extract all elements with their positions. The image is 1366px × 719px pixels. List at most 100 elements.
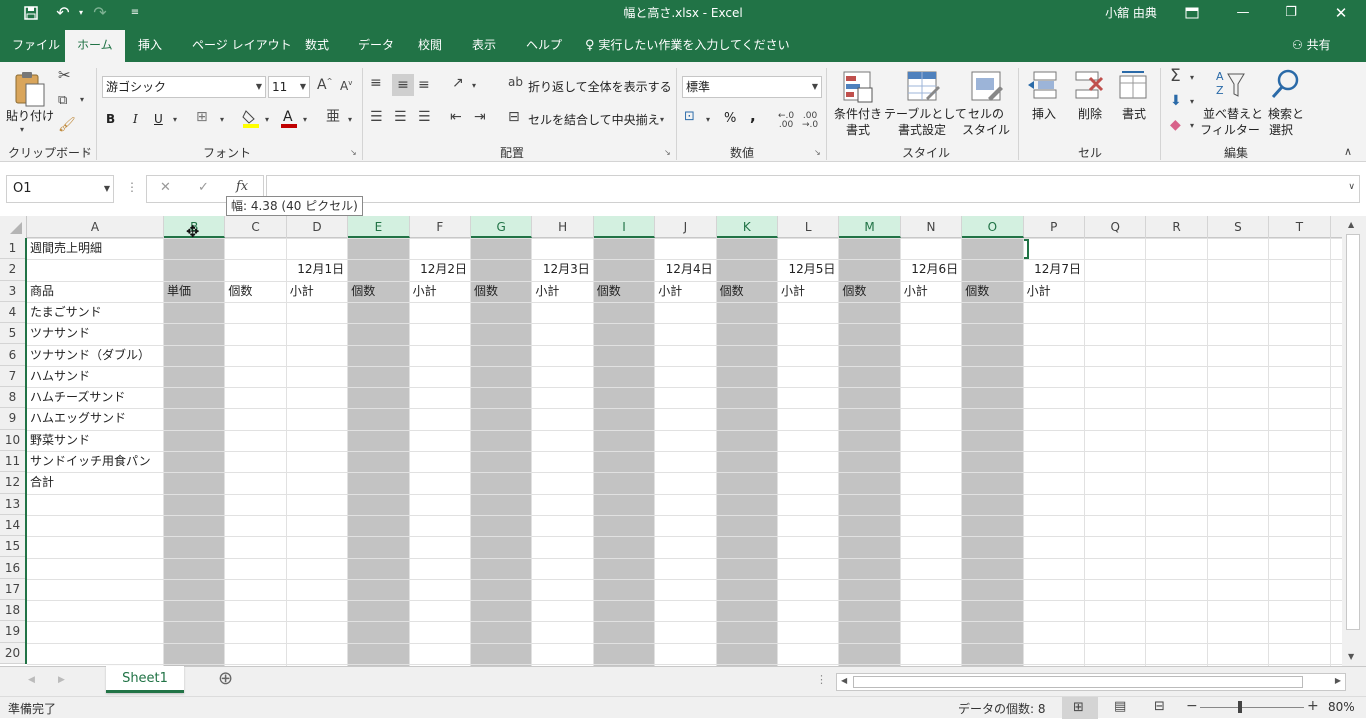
tell-me-box[interactable]: ♀ 実行したい作業を入力してください — [585, 26, 790, 62]
row-header-5[interactable]: 5 — [0, 323, 25, 345]
fill-dropdown-icon[interactable]: ▾ — [1190, 98, 1194, 106]
cell-a4[interactable]: たまごサンド — [27, 302, 167, 323]
cell-styles-label-2[interactable]: スタイル — [958, 122, 1014, 138]
cell-f3[interactable]: 小計 — [410, 281, 471, 302]
column-header-h[interactable]: H — [532, 216, 594, 238]
vertical-scroll-thumb[interactable] — [1346, 234, 1360, 630]
increase-decimal-icon[interactable]: ←.0.00 — [778, 112, 794, 130]
zoom-out-button[interactable]: − — [1186, 699, 1198, 713]
number-launcher-icon[interactable]: ↘ — [814, 148, 821, 157]
align-left-icon[interactable]: ☰ — [370, 110, 383, 124]
comma-button[interactable]: , — [750, 108, 756, 124]
align-bottom-icon[interactable]: ≡ — [418, 78, 430, 92]
decrease-indent-icon[interactable]: ⇤ — [450, 110, 462, 124]
cell-a5[interactable]: ツナサンド — [27, 323, 167, 344]
row-header-8[interactable]: 8 — [0, 387, 25, 409]
cell-date-3[interactable]: 12月3日 — [532, 259, 593, 280]
conditional-formatting-label-1[interactable]: 条件付き — [832, 106, 884, 122]
scroll-left-icon[interactable]: ◀ — [841, 676, 847, 685]
cell-a9[interactable]: ハムエッグサンド — [27, 408, 167, 429]
format-painter-icon[interactable]: 🖌 — [58, 118, 76, 132]
phonetic-dropdown-icon[interactable]: ▾ — [348, 116, 352, 124]
borders-icon[interactable]: ⊞ — [196, 110, 208, 124]
horizontal-scrollbar[interactable]: ◀ ▶ — [836, 673, 1346, 691]
cell-n3[interactable]: 小計 — [901, 281, 962, 302]
fill-color-icon[interactable] — [242, 108, 260, 130]
undo-dropdown-icon[interactable]: ▾ — [75, 0, 87, 26]
underline-dropdown-icon[interactable]: ▾ — [173, 116, 177, 124]
column-header-c[interactable]: C — [225, 216, 287, 238]
row-header-17[interactable]: 17 — [0, 579, 25, 601]
align-center-icon[interactable]: ☰ — [394, 110, 407, 124]
font-color-icon[interactable]: A — [280, 108, 298, 130]
column-header-f[interactable]: F — [410, 216, 471, 238]
column-header-l[interactable]: L — [778, 216, 840, 238]
column-header-i[interactable]: I — [593, 216, 656, 238]
accounting-format-icon[interactable]: ⊡ — [684, 110, 695, 123]
cell-date-1[interactable]: 12月1日 — [287, 259, 348, 280]
autosum-dropdown-icon[interactable]: ▾ — [1190, 74, 1194, 82]
merge-center-icon[interactable]: ⊟ — [508, 110, 520, 124]
paste-icon[interactable] — [12, 70, 46, 107]
row-header-6[interactable]: 6 — [0, 345, 25, 366]
cell-j3[interactable]: 小計 — [655, 281, 716, 302]
redo-icon[interactable]: ↷ — [90, 0, 110, 26]
align-right-icon[interactable]: ☰ — [418, 110, 431, 124]
row-header-3[interactable]: 3 — [0, 281, 25, 302]
alignment-launcher-icon[interactable]: ↘ — [664, 148, 671, 157]
column-header-t[interactable]: T — [1269, 216, 1331, 238]
insert-cells-icon[interactable] — [1028, 70, 1058, 102]
format-as-table-label-1[interactable]: テーブルとして — [884, 106, 967, 122]
save-icon[interactable] — [18, 0, 44, 26]
row-header-20[interactable]: 20 — [0, 643, 25, 664]
cell-a6[interactable]: ツナサンド（ダブル） — [27, 345, 167, 366]
wrap-text-icon[interactable]: ab — [508, 76, 523, 88]
column-header-m[interactable]: M — [839, 216, 901, 238]
cell-k3[interactable]: 個数 — [717, 281, 778, 302]
cell-date-2[interactable]: 12月2日 — [410, 259, 471, 280]
collapse-ribbon-icon[interactable]: ∧ — [1344, 146, 1352, 157]
tab-review[interactable]: 校閲 — [418, 26, 442, 62]
tab-file[interactable]: ファイル — [12, 26, 60, 62]
format-as-table-label-2[interactable]: 書式設定 — [888, 122, 956, 138]
percent-button[interactable]: % — [724, 111, 736, 127]
cell-g3[interactable]: 個数 — [471, 281, 532, 302]
scroll-up-icon[interactable]: ▲ — [1348, 220, 1354, 229]
autosum-icon[interactable]: Σ — [1170, 68, 1181, 85]
row-header-2[interactable]: 2 — [0, 259, 25, 281]
copy-icon[interactable]: ⧉ — [58, 94, 67, 107]
row-header-15[interactable]: 15 — [0, 536, 25, 558]
cell-m3[interactable]: 個数 — [839, 281, 900, 302]
cell-a3[interactable]: 商品 — [27, 281, 164, 302]
paste-dropdown-icon[interactable]: ▾ — [20, 126, 24, 134]
normal-view-button[interactable]: ⊞ — [1062, 697, 1098, 719]
close-button[interactable]: ✕ — [1326, 0, 1356, 26]
worksheet[interactable]: ABCDEFGHIJKLMNOPQRSTU 123456789101112131… — [0, 216, 1366, 666]
cell-i3[interactable]: 個数 — [594, 281, 655, 302]
cell-date-6[interactable]: 12月6日 — [901, 259, 962, 280]
font-color-dropdown-icon[interactable]: ▾ — [303, 116, 307, 124]
formula-input[interactable]: ∨ — [266, 175, 1360, 203]
restore-button[interactable]: ❐ — [1276, 0, 1306, 26]
column-header-p[interactable]: P — [1024, 216, 1085, 238]
cell-p3[interactable]: 小計 — [1024, 281, 1085, 302]
find-select-icon[interactable] — [1270, 68, 1302, 102]
clear-dropdown-icon[interactable]: ▾ — [1190, 122, 1194, 130]
column-header-n[interactable]: N — [901, 216, 963, 238]
format-cells-button[interactable]: 書式 — [1120, 106, 1148, 122]
increase-indent-icon[interactable]: ⇥ — [474, 110, 486, 124]
conditional-formatting-icon[interactable] — [842, 70, 874, 106]
sort-filter-label-2[interactable]: フィルター — [1200, 122, 1260, 138]
row-header-7[interactable]: 7 — [0, 366, 25, 388]
horizontal-scroll-thumb[interactable] — [853, 676, 1303, 688]
delete-cells-icon[interactable] — [1074, 70, 1104, 102]
row-header-10[interactable]: 10 — [0, 430, 25, 451]
cell-styles-label-1[interactable]: セルの — [962, 106, 1010, 122]
fill-icon[interactable]: ⬇ — [1170, 94, 1182, 108]
cell-a12[interactable]: 合計 — [27, 472, 167, 493]
cell-e3[interactable]: 個数 — [348, 281, 409, 302]
sheet-tab-sheet1[interactable]: Sheet1 — [106, 666, 184, 693]
cell-h3[interactable]: 小計 — [532, 281, 593, 302]
font-size-combo[interactable]: 11 ▼ — [268, 76, 310, 98]
user-name[interactable]: 小舘 由典 — [1098, 0, 1164, 26]
